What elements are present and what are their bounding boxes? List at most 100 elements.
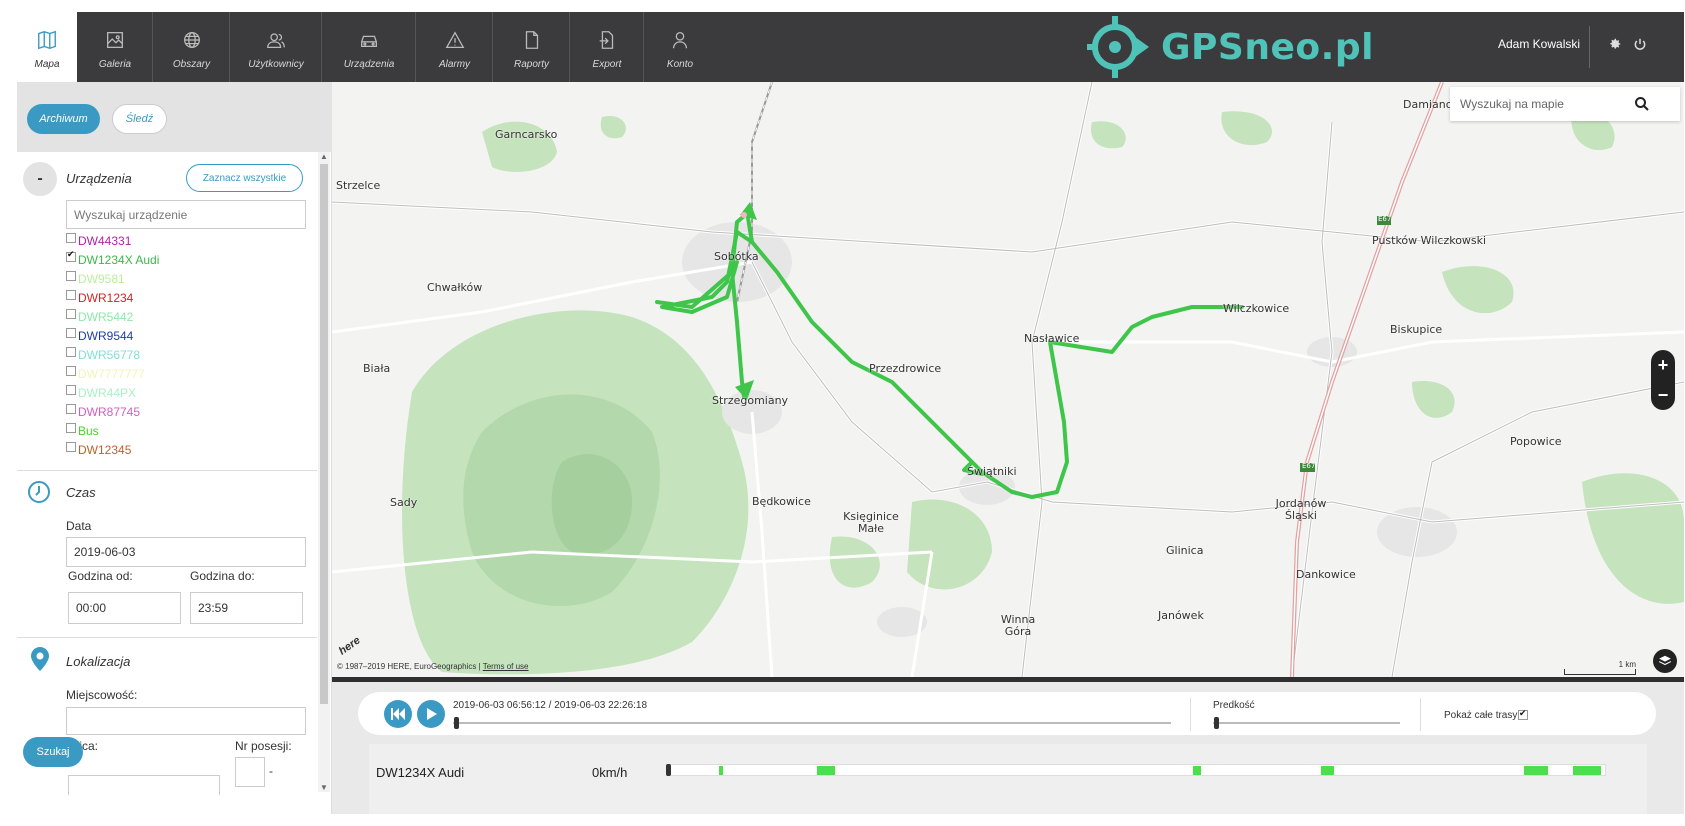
city-label: Miejscowość: [66,688,138,702]
show-all-routes-checkbox[interactable] [1518,708,1528,720]
nav-item-obszary[interactable]: Obszary [154,12,230,82]
terms-link[interactable]: Terms of use [483,662,529,671]
scale-bar [1564,669,1636,675]
place-label: Chwałków [427,281,483,294]
city-input[interactable] [66,707,306,735]
place-label: Świątniki [967,465,1017,478]
device-checkbox[interactable] [66,385,76,395]
speed-slider-track[interactable] [1213,722,1400,724]
layers-button[interactable] [1653,649,1677,673]
timeline-position-marker[interactable] [666,764,671,776]
scroll-up-icon[interactable]: ▲ [320,152,328,161]
device-search-input[interactable]: Wyszukaj urządzenie [66,200,306,229]
device-list-item[interactable]: Bus [66,421,159,440]
map-search-input[interactable]: Wyszukaj na mapie [1450,87,1680,121]
device-list-item[interactable]: DWR9544 [66,326,159,345]
device-list-item[interactable]: DW1234X Audi [66,249,160,269]
nav-item-alarmy[interactable]: Alarmy [417,12,493,82]
nav-item-mapa[interactable]: Mapa [17,12,77,82]
power-icon [1634,38,1646,50]
device-checkbox[interactable] [66,271,76,281]
nav-item-uzytkownicy[interactable]: Użytkownicy [231,12,322,82]
rewind-icon [391,708,405,720]
search-button[interactable]: Szukaj [23,737,83,767]
device-checkbox[interactable] [66,249,76,262]
date-label: Data [66,519,92,533]
device-list-item[interactable]: DWR87745 [66,402,159,421]
place-label: Sobótka [714,250,759,263]
time-to-input[interactable]: 23:59 [190,592,303,624]
archive-mode-button[interactable]: Archiwum [27,104,100,134]
place-label: Sady [390,496,418,509]
speed-label: Predkość [1213,700,1255,711]
device-name: DW1234X Audi [78,252,160,267]
playback-progress-handle[interactable] [454,717,459,729]
settings-button[interactable] [1605,34,1625,54]
place-label: Będkowice [752,495,811,508]
place-label: Jordanów Śląski [1275,497,1327,522]
show-all-routes-label: Pokaż całe trasy [1444,710,1518,721]
layers-icon [1659,655,1671,666]
nav-item-export[interactable]: Export [571,12,644,82]
device-checkbox[interactable] [66,233,76,243]
device-name: DWR56778 [78,347,141,362]
activity-timeline[interactable] [666,764,1606,776]
device-list-item[interactable]: DW12345 [66,440,159,459]
date-input[interactable]: 2019-06-03 [66,537,306,567]
attribution-text: © 1987–2019 HERE, EuroGeographics | [337,662,481,671]
collapse-devices-button[interactable]: - [23,162,57,196]
scrollbar-thumb[interactable] [320,164,328,704]
device-checkbox[interactable] [66,366,76,376]
device-name: DWR1234 [78,290,134,305]
device-checkbox[interactable] [66,309,76,319]
rewind-button[interactable] [384,700,412,728]
user-name[interactable]: Adam Kowalski [1498,37,1580,51]
device-list-item[interactable]: DWR56778 [66,345,159,364]
nav-item-raporty[interactable]: Raporty [494,12,570,82]
device-list-item[interactable]: DWR1234 [66,288,159,307]
scroll-down-icon[interactable]: ▼ [320,783,328,792]
sidebar-scrollbar[interactable]: ▲ ▼ [318,152,330,792]
track-mode-button[interactable]: Śledź [112,104,167,134]
export-icon [596,29,618,51]
scale-label: 1 km [1618,660,1636,669]
nav-item-konto[interactable]: Konto [645,12,715,82]
play-button[interactable] [417,700,445,728]
street-input[interactable] [68,775,220,795]
house-number-input[interactable] [235,757,265,787]
search-icon[interactable] [1634,96,1650,112]
select-all-button[interactable]: Zaznacz wszystkie [186,164,303,192]
nav-label: Alarmy [438,59,471,70]
device-list-item[interactable]: DWR44PX [66,383,159,402]
zoom-out-button[interactable]: − [1658,386,1669,404]
device-checkbox[interactable] [66,328,76,338]
map-attribution: © 1987–2019 HERE, EuroGeographics | Term… [337,662,529,671]
device-checkbox[interactable] [66,290,76,300]
time-from-label: Godzina od: [68,569,133,583]
sidebar: Archiwum Śledź - Urządzenia Zaznacz wszy… [17,82,332,814]
device-list-item[interactable]: DWR5442 [66,307,159,326]
device-list-item[interactable]: DW7777777 [66,364,159,383]
device-list-item[interactable]: DW9581 [66,269,159,288]
nav-item-galeria[interactable]: Galeria [78,12,153,82]
device-checkbox[interactable] [66,423,76,433]
brand-logo[interactable]: GPSneo.pl [1087,16,1374,78]
device-list-item[interactable]: DW44331 [66,231,159,250]
brand-name: GPSneo.pl [1161,26,1374,68]
crosshair-logo-icon [1087,16,1149,78]
map-view[interactable]: Damianowice Garncarsko Strzelce Sobótka … [332,82,1684,677]
place-label: Przezdrowice [869,362,942,375]
logout-button[interactable] [1630,34,1650,54]
map-scale: 1 km [1564,660,1636,675]
playback-progress-track[interactable] [453,722,1171,724]
device-checkbox[interactable] [66,404,76,414]
device-name: Bus [78,423,99,438]
speed-slider-handle[interactable] [1214,717,1219,729]
device-checkbox[interactable] [66,442,76,452]
device-checkbox[interactable] [66,347,76,357]
zoom-in-button[interactable]: + [1658,356,1669,374]
time-from-input[interactable]: 00:00 [68,592,181,624]
clock-icon [27,480,51,509]
nav-item-urzadzenia[interactable]: Urządzenia [323,12,416,82]
road-shield-label: E67 [1302,462,1316,470]
